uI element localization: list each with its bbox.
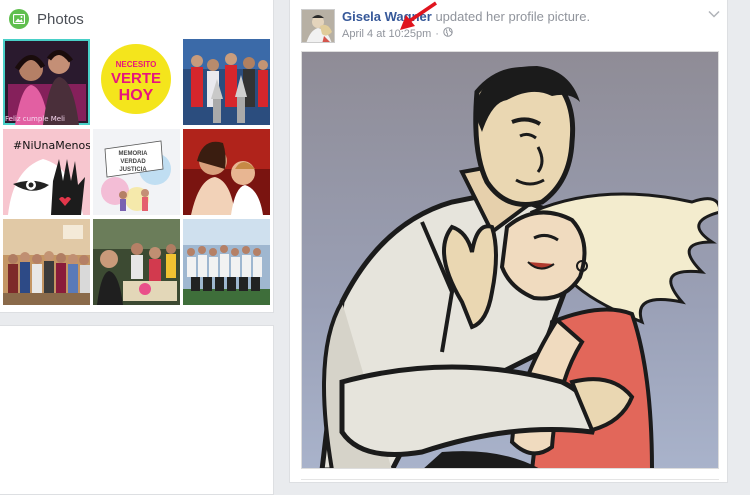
thumb-family-gathering[interactable] xyxy=(3,219,90,305)
photos-grid: Feliz cumple Meli NECESITO VERTE HOY #Ni… xyxy=(3,39,271,307)
author-avatar[interactable] xyxy=(301,9,335,43)
globe-icon[interactable] xyxy=(443,27,453,40)
annotation-arrow-icon xyxy=(400,1,437,30)
post-divider xyxy=(301,479,719,480)
photos-header[interactable]: Photos xyxy=(9,8,84,30)
thumb-text-line-2: VERDAD xyxy=(120,159,146,165)
thumb-text-line-2: VERTE xyxy=(111,70,161,87)
left-empty-card xyxy=(0,325,274,495)
post-card: Gisela Wagner updated her profile pictur… xyxy=(289,0,728,483)
photos-icon xyxy=(9,9,29,29)
thumb-ni-una-menos[interactable]: #NiUnaMenos xyxy=(3,129,90,215)
thumb-hashtag: #NiUnaMenos xyxy=(13,139,90,152)
thumb-necesito-verte-hoy[interactable]: NECESITO VERTE HOY xyxy=(93,39,180,125)
thumb-kids-party[interactable] xyxy=(93,219,180,305)
thumb-text-line-3: HOY xyxy=(119,87,154,104)
thumb-caption: Feliz cumple Meli xyxy=(5,115,65,123)
thumb-trophy-group[interactable] xyxy=(183,39,270,125)
post-action-text: updated her profile picture. xyxy=(435,9,591,24)
chevron-down-icon[interactable] xyxy=(708,10,720,18)
photos-title[interactable]: Photos xyxy=(37,11,84,28)
thumb-friends-neon[interactable]: Feliz cumple Meli xyxy=(3,39,90,125)
thumb-text-line-1: NECESITO xyxy=(116,60,157,69)
thumb-text-line-1: MEMORIA xyxy=(119,151,149,157)
profile-picture-image[interactable] xyxy=(301,51,719,469)
thumb-text-line-3: JUSTICIA xyxy=(119,167,147,173)
thumb-memoria-verdad-justicia[interactable]: MEMORIA VERDAD JUSTICIA xyxy=(93,129,180,215)
thumb-mother-child[interactable] xyxy=(183,129,270,215)
thumb-team-photo[interactable] xyxy=(183,219,270,305)
photos-card: Photos Feliz cumple Meli NECESITO VERTE … xyxy=(0,0,274,313)
